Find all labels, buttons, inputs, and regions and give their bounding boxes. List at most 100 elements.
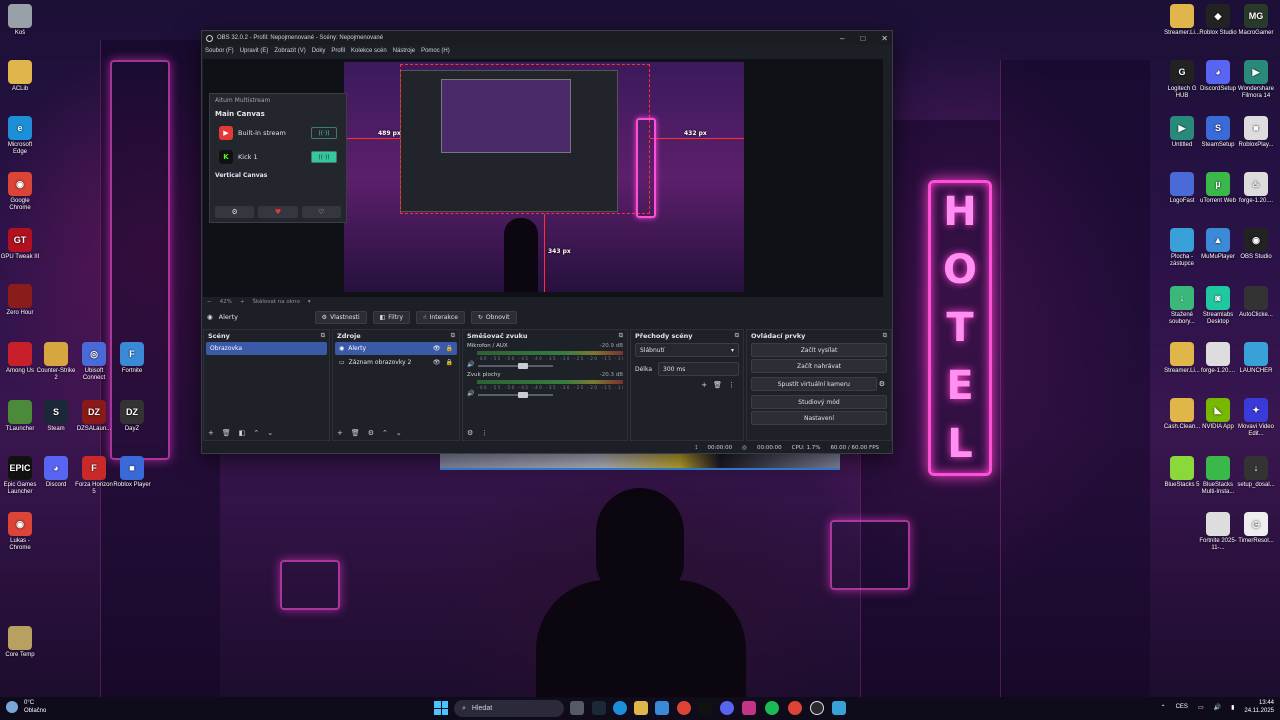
- dock-menu-icon[interactable]: ⧉: [883, 332, 887, 340]
- desktop-icon[interactable]: ✦ Movavi Video Edit...: [1236, 398, 1276, 438]
- menu-tools[interactable]: Nástroje: [393, 48, 415, 54]
- menu-help[interactable]: Pomoc (H): [421, 48, 450, 54]
- desktop-icon[interactable]: DZ DayZ: [112, 400, 152, 433]
- clock[interactable]: 13:44 24.11.2025: [1244, 699, 1274, 715]
- eye-icon[interactable]: 👁: [433, 345, 441, 352]
- task-view-icon[interactable]: [570, 701, 584, 715]
- steam-icon[interactable]: [592, 701, 606, 715]
- eye-icon[interactable]: 👁: [433, 359, 441, 366]
- chevron-up-icon[interactable]: ⌃: [1161, 704, 1166, 711]
- desktop-icon[interactable]: ◣ NVIDIA App: [1198, 398, 1238, 431]
- desktop-icon[interactable]: ♨ forge-1.20....: [1236, 172, 1276, 205]
- help-button[interactable]: ♡: [301, 206, 341, 218]
- file-explorer-icon[interactable]: [634, 701, 648, 715]
- volume-fader[interactable]: [478, 362, 553, 369]
- arrow-up-icon[interactable]: ⌃: [253, 429, 259, 437]
- desktop-icon[interactable]: AutoClicke...: [1236, 286, 1276, 319]
- close-icon[interactable]: ✕: [881, 34, 888, 43]
- desktop-icon[interactable]: e Microsoft Edge: [0, 116, 40, 156]
- dock-menu-icon[interactable]: ⧉: [321, 332, 325, 340]
- desktop-icon[interactable]: LogoFast: [1162, 172, 1202, 205]
- desktop-icon[interactable]: Among Us: [0, 342, 40, 375]
- scale-mode-chevron-icon[interactable]: ▾: [308, 299, 311, 305]
- language-indicator[interactable]: CES: [1176, 704, 1188, 710]
- desktop-icon[interactable]: BlueStacks Multi-Insta...: [1198, 456, 1238, 496]
- desktop-icon[interactable]: ◆ Roblox Studio: [1198, 4, 1238, 37]
- more-icon[interactable]: ⋮: [728, 381, 735, 389]
- desktop-icon[interactable]: Core Temp: [0, 626, 40, 659]
- desktop-icon[interactable]: Cash.Clean...: [1162, 398, 1202, 431]
- desktop-icon[interactable]: Koš: [0, 4, 40, 37]
- speaker-icon[interactable]: 🔊: [467, 390, 474, 397]
- desktop-icon[interactable]: µ uTorrent Web: [1198, 172, 1238, 205]
- studio-mode-button[interactable]: Studiový mód: [751, 395, 887, 409]
- dock-menu-icon[interactable]: ⧉: [451, 332, 455, 340]
- chrome-icon[interactable]: [677, 701, 691, 715]
- add-icon[interactable]: +: [208, 429, 214, 437]
- desktop-icon[interactable]: ↓ Stažené soubory...: [1162, 286, 1202, 326]
- menu-profile[interactable]: Profil: [331, 48, 345, 54]
- donate-button[interactable]: ♥: [258, 206, 298, 218]
- desktop-icon[interactable]: ◷ TimerResol...: [1236, 512, 1276, 545]
- gear-icon[interactable]: ⚙: [368, 429, 374, 437]
- desktop-icon[interactable]: EPIC Epic Games Launcher: [0, 456, 40, 496]
- desktop-icon[interactable]: ◉ Lukas - Chrome: [0, 512, 40, 552]
- menu-scene-collection[interactable]: Kolekce scén: [351, 48, 387, 54]
- desktop-icon[interactable]: G Logitech G HUB: [1162, 60, 1202, 100]
- arrow-down-icon[interactable]: ⌄: [396, 429, 402, 437]
- menu-file[interactable]: Soubor (F): [205, 48, 234, 54]
- source-item[interactable]: ▭ Záznam obrazovky 2 👁 🔒: [335, 356, 457, 369]
- lock-icon[interactable]: 🔒: [446, 345, 453, 352]
- arrow-down-icon[interactable]: ⌄: [267, 429, 273, 437]
- desktop-icon[interactable]: F Fortnite: [112, 342, 152, 375]
- desktop-icon[interactable]: TLauncher: [0, 400, 40, 433]
- source-bounding-box[interactable]: [400, 64, 650, 214]
- weather-cloud-icon[interactable]: [6, 701, 18, 713]
- menu-edit[interactable]: Upravit (E): [240, 48, 269, 54]
- desktop-icon[interactable]: S Steam: [36, 400, 76, 433]
- desktop-icon[interactable]: BlueStacks 5: [1162, 456, 1202, 489]
- desktop-icon[interactable]: GT GPU Tweak III: [0, 228, 40, 261]
- spotify-icon[interactable]: [765, 701, 779, 715]
- arrow-up-icon[interactable]: ⌃: [382, 429, 388, 437]
- desktop-icon[interactable]: MG MacroGamer: [1236, 4, 1276, 37]
- weather-widget[interactable]: 0°C Oblačno: [24, 699, 46, 715]
- app-icon[interactable]: [832, 701, 846, 715]
- desktop-icon[interactable]: Counter-Strike 2: [36, 342, 76, 382]
- desktop-icon[interactable]: ◙ Streamlabs Desktop: [1198, 286, 1238, 326]
- preview-area[interactable]: 489 px 432 px 343 px Aitum Multistream M…: [203, 59, 883, 297]
- zoom-in-icon[interactable]: +: [240, 299, 245, 305]
- dock-menu-icon[interactable]: ⧉: [619, 332, 623, 340]
- speaker-icon[interactable]: 🔊: [467, 361, 474, 368]
- minimize-icon[interactable]: –: [840, 34, 844, 43]
- settings-button[interactable]: Nastavení: [751, 411, 887, 425]
- scene-item[interactable]: Obrazovka: [206, 342, 327, 355]
- menu-view[interactable]: Zobrazit (V): [274, 48, 305, 54]
- properties-button[interactable]: ⚙ Vlastnosti: [314, 310, 367, 324]
- lock-icon[interactable]: 🔒: [446, 359, 453, 366]
- desktop-icon[interactable]: Streamer.Li...: [1162, 342, 1202, 375]
- desktop-icon[interactable]: ■ RobloxPlay...: [1236, 116, 1276, 149]
- desktop-icon[interactable]: Zero Hour: [0, 284, 40, 317]
- chrome-profile-icon[interactable]: [788, 701, 802, 715]
- obs-titlebar[interactable]: OBS 32.0.2 - Profil: Nepojmenované - Scé…: [202, 31, 892, 45]
- desktop-icon[interactable]: ◎ Ubisoft Connect: [74, 342, 114, 382]
- add-icon[interactable]: +: [701, 381, 707, 389]
- filter-icon[interactable]: ◧: [239, 429, 246, 437]
- refresh-button[interactable]: ↻ Obnovit: [470, 310, 517, 324]
- trash-icon[interactable]: 🗑: [713, 381, 722, 389]
- start-streaming-button[interactable]: Začít vysílat: [751, 343, 887, 357]
- duration-input[interactable]: 300 ms: [658, 362, 739, 376]
- desktop-icon[interactable]: ▶ Untitled: [1162, 116, 1202, 149]
- edge-icon[interactable]: [613, 701, 627, 715]
- desktop-icon[interactable]: ■ Roblox Player: [112, 456, 152, 489]
- tiktok-icon[interactable]: [698, 701, 712, 715]
- taskbar-search[interactable]: ⌕ Hledat: [454, 700, 564, 717]
- desktop-icon[interactable]: ◉ Google Chrome: [0, 172, 40, 212]
- volume-fader[interactable]: [478, 391, 553, 398]
- desktop-icon[interactable]: ▲ MuMuPlayer: [1198, 228, 1238, 261]
- dock-menu-icon[interactable]: ⧉: [735, 332, 739, 340]
- desktop-icon[interactable]: Plocha - zástupce: [1162, 228, 1202, 268]
- gear-icon[interactable]: ⚙: [879, 380, 885, 388]
- more-icon[interactable]: ⋮: [481, 429, 488, 437]
